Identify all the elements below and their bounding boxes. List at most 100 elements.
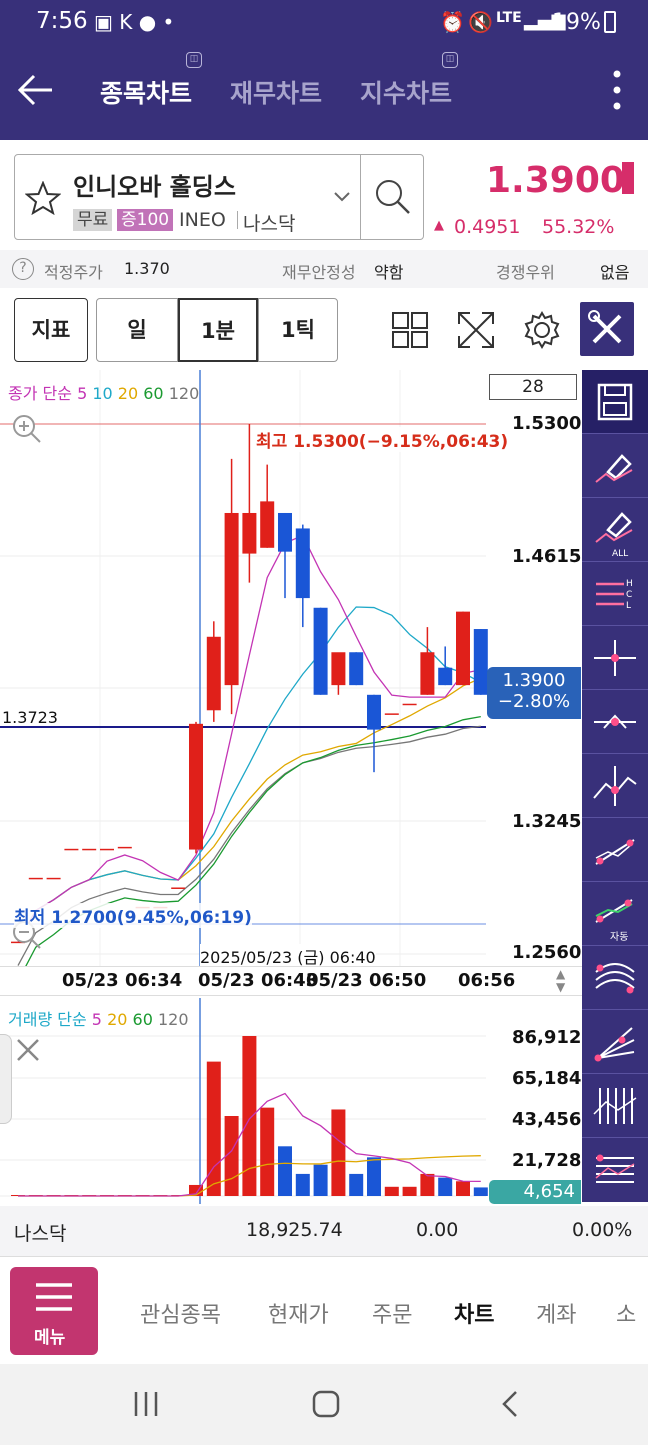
volume-legend-ma60: 60 xyxy=(132,1010,153,1029)
save-button[interactable] xyxy=(582,370,648,434)
trend-line-icon xyxy=(595,839,635,865)
candle-body xyxy=(438,667,453,686)
legend-title: 종가 단순 xyxy=(8,384,72,403)
period-1min-button[interactable]: 1분 xyxy=(178,298,258,362)
period-day-button[interactable]: 일 xyxy=(96,298,178,362)
eraser-button[interactable] xyxy=(582,434,648,498)
nav-watchlist[interactable]: 관심종목 xyxy=(140,1297,221,1329)
fan-line-button[interactable] xyxy=(582,1010,648,1074)
candle-body xyxy=(473,629,488,695)
volume-bar xyxy=(420,1173,435,1196)
volume-bar xyxy=(295,1173,310,1196)
chevron-down-icon[interactable] xyxy=(333,191,351,203)
index-change-percent: 0.00% xyxy=(572,1219,633,1241)
nav-more[interactable]: 소 xyxy=(616,1297,636,1329)
eraser-icon xyxy=(595,454,633,483)
candle-body xyxy=(331,652,346,686)
close-icon[interactable] xyxy=(14,1036,42,1064)
nav-account[interactable]: 계좌 xyxy=(536,1297,576,1329)
indicator-button[interactable]: 지표 xyxy=(14,298,88,362)
horizontal-line-button[interactable] xyxy=(582,690,648,754)
chart-toolbar: 지표 일 1분 1틱 xyxy=(0,290,648,368)
legend-ma60: 60 xyxy=(143,384,164,403)
recent-apps-icon[interactable] xyxy=(130,1388,162,1420)
stock-name: 인니오바 홀딩스 xyxy=(73,173,236,201)
chart-grid xyxy=(0,370,486,966)
hcl-line-button[interactable]: HCL xyxy=(582,562,648,626)
period-1tick-button[interactable]: 1틱 xyxy=(258,298,338,362)
current-price-tag-pct: −2.80% xyxy=(497,691,571,712)
vertical-line-button[interactable] xyxy=(582,754,648,818)
candle-count-box[interactable]: 28 xyxy=(489,374,577,400)
change-value: 0.4951 xyxy=(454,216,521,238)
candle-body xyxy=(295,528,310,599)
back-icon[interactable] xyxy=(496,1388,528,1420)
index-ticker-bar[interactable]: 나스닥 18,925.74 0.00 0.00% xyxy=(0,1206,648,1256)
menu-label: 메뉴 xyxy=(34,1328,66,1348)
settings-gear-icon[interactable] xyxy=(522,310,562,350)
side-drawer-handle[interactable] xyxy=(0,1034,12,1124)
candle-body xyxy=(206,636,221,711)
high-price-label: 최고 1.5300(−9.15%,06:43) xyxy=(256,427,509,452)
volume-y-tick-3: 43,456 xyxy=(512,1109,582,1130)
save-icon xyxy=(597,383,633,421)
erase-all-icon: ALL xyxy=(595,512,633,559)
volume-legend-ma20: 20 xyxy=(107,1010,128,1029)
cycle-line-button[interactable] xyxy=(582,1074,648,1138)
tab-index-chart[interactable]: 지수차트 xyxy=(360,74,452,110)
volume-y-tick-1: 86,912 xyxy=(512,1027,582,1048)
volume-bar xyxy=(367,1157,381,1196)
nav-current-price[interactable]: 현재가 xyxy=(268,1297,329,1329)
candle-body xyxy=(260,501,275,548)
x-tick-4: 06:56 xyxy=(458,970,516,991)
x-tick-1: 05/23 06:34 xyxy=(62,970,183,991)
candle-series xyxy=(11,424,488,944)
current-price-tag-value: 1.3900 xyxy=(502,670,566,691)
network-type: LTE xyxy=(496,10,522,26)
fullscreen-icon[interactable] xyxy=(456,310,496,350)
tab-stock-chart[interactable]: 종목차트 xyxy=(100,74,192,110)
mute-icon: 🔇 xyxy=(468,10,493,34)
crosshair-price: 1.3723 xyxy=(2,708,58,727)
nav-order[interactable]: 주문 xyxy=(372,1297,412,1329)
x-axis[interactable]: 05/23 06:34 05/23 06:43 05/23 06:50 06:5… xyxy=(0,966,582,996)
crosshair-icon xyxy=(594,640,636,676)
tab-financial-chart[interactable]: 재무차트 xyxy=(230,74,322,110)
home-icon[interactable] xyxy=(310,1388,342,1420)
search-icon[interactable] xyxy=(373,177,413,217)
erase-all-button[interactable]: ALL xyxy=(582,498,648,562)
star-icon[interactable] xyxy=(25,181,61,215)
horizontal-line-icon xyxy=(594,714,636,729)
crosshair-button[interactable] xyxy=(582,626,648,690)
more-vert-icon[interactable] xyxy=(612,68,622,112)
fibonacci-arc-button[interactable] xyxy=(582,946,648,1010)
grid-layout-icon[interactable] xyxy=(390,310,430,350)
y-tick-4: 1.2560 xyxy=(512,942,582,963)
svg-text:L: L xyxy=(626,601,631,611)
info-row: ? 적정주가 1.370 재무안정성 약함 경쟁우위 없음 xyxy=(0,250,648,288)
price-bar-marker xyxy=(622,162,634,194)
stock-selector[interactable]: 인니오바 홀딩스 무료 증100 INEO 나스닥 xyxy=(14,154,424,240)
volume-bar xyxy=(313,1164,328,1196)
divider xyxy=(237,211,238,229)
candle-body xyxy=(224,512,239,686)
nav-chart[interactable]: 차트 xyxy=(454,1297,494,1329)
drawing-tools-button[interactable] xyxy=(580,302,634,356)
volume-legend-ma5: 5 xyxy=(91,1010,102,1029)
battery-icon xyxy=(604,11,616,33)
channel-line-button[interactable] xyxy=(582,1138,648,1202)
ma5-line xyxy=(17,534,481,943)
divider xyxy=(360,155,361,239)
menu-button[interactable]: 메뉴 xyxy=(10,1267,98,1355)
back-arrow-icon[interactable] xyxy=(16,72,56,108)
splitter-handle-icon[interactable]: ▲ ▼ xyxy=(556,968,565,994)
svg-text:C: C xyxy=(626,590,632,600)
svg-text:자동: 자동 xyxy=(610,931,628,943)
stability-label: 재무안정성 xyxy=(282,263,356,282)
volume-legend: 거래량 단순 5 20 60 120 xyxy=(8,1006,189,1030)
help-icon[interactable]: ? xyxy=(12,258,34,280)
auto-trend-button[interactable]: 자동 xyxy=(582,882,648,946)
zoom-in-icon[interactable] xyxy=(10,412,42,444)
trend-line-button[interactable] xyxy=(582,818,648,882)
cycle-line-icon xyxy=(593,1088,637,1124)
